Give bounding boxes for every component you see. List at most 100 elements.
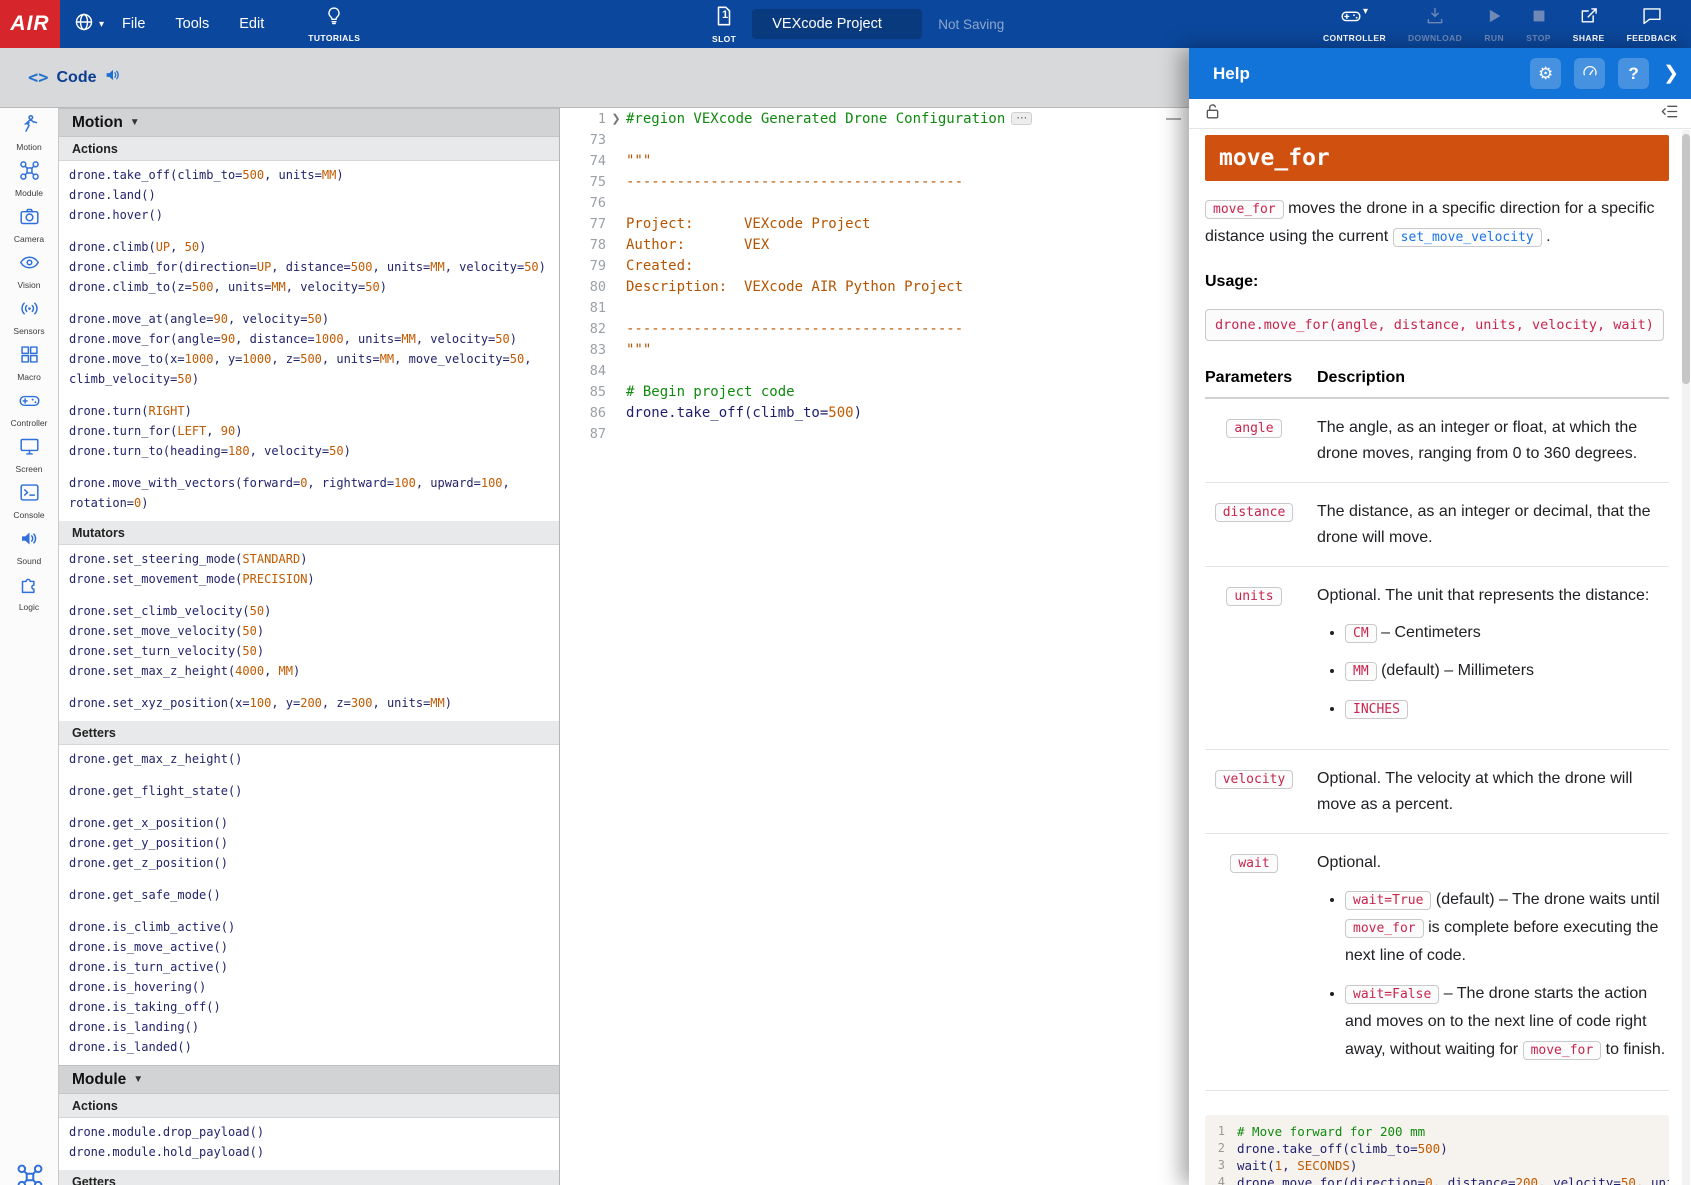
sidebar-item-console[interactable]: Console — [0, 476, 58, 522]
run-button[interactable]: RUN — [1484, 6, 1504, 43]
sidebar-item-camera[interactable]: Camera — [0, 200, 58, 246]
editor-line[interactable]: 79Created: — [560, 255, 1189, 276]
gamepad-icon — [1341, 6, 1361, 31]
editor-line[interactable]: 87 — [560, 423, 1189, 444]
editor-line[interactable]: 77Project: VEXcode Project — [560, 213, 1189, 234]
feedback-button[interactable]: FEEDBACK — [1627, 6, 1677, 43]
help-panel: Help ⚙ ? ❯ move_for move_for moves the d… — [1189, 48, 1691, 1185]
sidebar-item-module[interactable]: Module — [0, 154, 58, 200]
palette-command[interactable]: drone.get_flight_state() — [59, 781, 559, 801]
sidebar-item-screen[interactable]: Screen — [0, 430, 58, 476]
palette-command[interactable]: drone.set_move_velocity(50) — [59, 621, 559, 641]
project-name-field[interactable]: VEXcode Project — [752, 9, 922, 39]
language-selector[interactable]: ▾ — [74, 12, 104, 37]
editor-line[interactable]: 80Description: VEXcode AIR Python Projec… — [560, 276, 1189, 297]
menu-file[interactable]: File — [122, 16, 145, 32]
palette-command[interactable]: drone.get_y_position() — [59, 833, 559, 853]
palette-command[interactable]: drone.land() — [59, 185, 559, 205]
share-button[interactable]: SHARE — [1573, 6, 1605, 43]
menu-tools[interactable]: Tools — [175, 16, 209, 32]
menu-edit[interactable]: Edit — [239, 16, 264, 32]
editor-line[interactable]: 86drone.take_off(climb_to=500) — [560, 402, 1189, 423]
palette-section-module[interactable]: Module▼ — [59, 1065, 559, 1094]
sidebar-item-macro[interactable]: Macro — [0, 338, 58, 384]
palette-command[interactable]: drone.module.drop_payload() — [59, 1122, 559, 1142]
camera-icon — [19, 206, 40, 232]
unlock-icon[interactable] — [1203, 102, 1222, 126]
palette-command[interactable]: drone.is_landed() — [59, 1037, 559, 1057]
signal-icon — [19, 298, 40, 324]
palette-command[interactable]: drone.turn_for(LEFT, 90) — [59, 421, 559, 441]
sidebar-item-motion[interactable]: Motion — [0, 108, 58, 154]
editor-line[interactable]: 82--------------------------------------… — [560, 318, 1189, 339]
sidebar-item-controller[interactable]: Controller — [0, 384, 58, 430]
palette-section-motion[interactable]: Motion▼ — [59, 108, 559, 137]
palette-command[interactable]: drone.set_movement_mode(PRECISION) — [59, 569, 559, 589]
editor-line[interactable]: 85# Begin project code — [560, 381, 1189, 402]
code-editor[interactable]: 1❯#region VEXcode Generated Drone Config… — [560, 108, 1189, 1185]
collapse-chevron-icon[interactable]: ❯ — [1663, 62, 1679, 85]
sidebar-item-vision[interactable]: Vision — [0, 246, 58, 292]
palette-command[interactable]: drone.is_landing() — [59, 1017, 559, 1037]
help-title: Help — [1213, 64, 1517, 84]
dock-left-arrow-icon[interactable] — [1660, 102, 1679, 126]
palette-command[interactable]: drone.set_climb_velocity(50) — [59, 601, 559, 621]
palette-command[interactable]: drone.is_turn_active() — [59, 957, 559, 977]
speed-gauge-icon[interactable] — [1574, 58, 1605, 89]
palette-command[interactable]: drone.module.hold_payload() — [59, 1142, 559, 1162]
palette-command[interactable]: drone.move_at(angle=90, velocity=50) — [59, 309, 559, 329]
code-link[interactable]: set_move_velocity — [1393, 228, 1542, 247]
editor-line[interactable]: 78Author: VEX — [560, 234, 1189, 255]
palette-command[interactable]: drone.is_climb_active() — [59, 917, 559, 937]
palette-command[interactable]: drone.take_off(climb_to=500, units=MM) — [59, 165, 559, 185]
speaker-icon[interactable] — [104, 66, 122, 89]
editor-line[interactable]: 84 — [560, 360, 1189, 381]
sidebar-item-sound[interactable]: Sound — [0, 522, 58, 568]
palette-command[interactable]: drone.set_max_z_height(4000, MM) — [59, 661, 559, 681]
palette-command[interactable]: drone.set_turn_velocity(50) — [59, 641, 559, 661]
editor-line[interactable]: 73 — [560, 129, 1189, 150]
palette-command[interactable]: drone.hover() — [59, 205, 559, 225]
editor-line[interactable]: 76 — [560, 192, 1189, 213]
palette-command[interactable]: drone.climb_for(direction=UP, distance=5… — [59, 257, 559, 277]
palette-command[interactable]: drone.get_safe_mode() — [59, 885, 559, 905]
question-mark-icon[interactable]: ? — [1618, 58, 1649, 89]
sidebar-item-sensors[interactable]: Sensors — [0, 292, 58, 338]
fold-chevron-icon[interactable]: ❯ — [606, 112, 626, 125]
palette-command[interactable]: drone.set_xyz_position(x=100, y=200, z=3… — [59, 693, 559, 713]
palette-command[interactable]: drone.is_taking_off() — [59, 997, 559, 1017]
palette-command[interactable]: drone.is_move_active() — [59, 937, 559, 957]
stop-button[interactable]: STOP — [1526, 6, 1551, 43]
editor-line[interactable]: 81 — [560, 297, 1189, 318]
palette-command[interactable]: drone.get_max_z_height() — [59, 749, 559, 769]
parameter-name: distance — [1205, 483, 1317, 567]
slot-button[interactable]: 1 SLOT — [712, 5, 736, 44]
controller-button[interactable]: ▾CONTROLLER — [1323, 6, 1386, 43]
palette-command[interactable]: drone.climb(UP, 50) — [59, 237, 559, 257]
drone-config-icon[interactable] — [0, 1163, 59, 1185]
sidebar-item-logic[interactable]: Logic — [0, 568, 58, 614]
palette-command[interactable]: drone.turn_to(heading=180, velocity=50) — [59, 441, 559, 461]
palette-command[interactable]: drone.get_z_position() — [59, 853, 559, 873]
help-scrollbar-thumb[interactable] — [1682, 134, 1690, 384]
palette-command[interactable]: drone.move_for(angle=90, distance=1000, … — [59, 329, 559, 349]
tutorials-button[interactable]: TUTORIALS — [308, 6, 360, 43]
palette-command[interactable]: drone.climb_to(z=500, units=MM, velocity… — [59, 277, 559, 297]
editor-line[interactable]: 83""" — [560, 339, 1189, 360]
palette-command[interactable]: drone.get_x_position() — [59, 813, 559, 833]
folded-region-ellipsis[interactable]: ⋯ — [1011, 112, 1032, 125]
command-group: drone.get_flight_state() — [59, 777, 559, 809]
minimize-icon[interactable]: — — [1166, 110, 1181, 127]
settings-gear-icon[interactable]: ⚙ — [1530, 58, 1561, 89]
palette-command[interactable]: drone.set_steering_mode(STANDARD) — [59, 549, 559, 569]
palette-command[interactable]: drone.move_to(x=1000, y=1000, z=500, uni… — [59, 349, 559, 389]
editor-line[interactable]: 74""" — [560, 150, 1189, 171]
download-button[interactable]: DOWNLOAD — [1408, 6, 1462, 43]
code-tab[interactable]: <> Code — [28, 66, 122, 89]
palette-command[interactable]: drone.move_with_vectors(forward=0, right… — [59, 473, 559, 513]
editor-line[interactable]: 75--------------------------------------… — [560, 171, 1189, 192]
editor-line[interactable]: 1❯#region VEXcode Generated Drone Config… — [560, 108, 1189, 129]
code-chip: INCHES — [1345, 700, 1408, 719]
palette-command[interactable]: drone.turn(RIGHT) — [59, 401, 559, 421]
palette-command[interactable]: drone.is_hovering() — [59, 977, 559, 997]
